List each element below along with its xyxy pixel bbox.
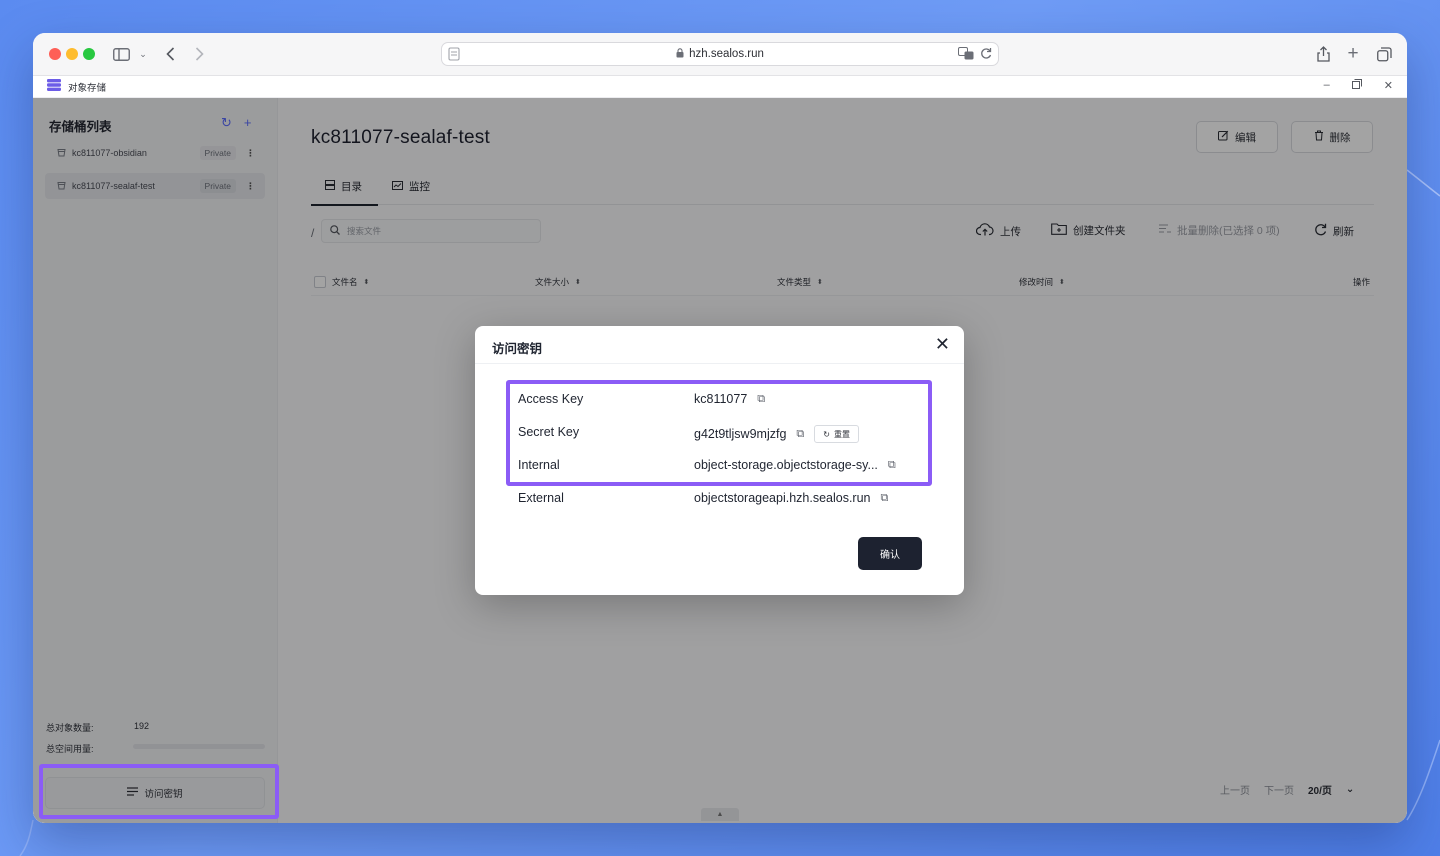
translate-icon[interactable] [958, 47, 974, 63]
external-value: objectstorageapi.hzh.sealos.run [694, 491, 871, 505]
external-endpoint-row: External objectstorageapi.hzh.sealos.run… [518, 489, 938, 509]
minimize-window-button[interactable] [66, 48, 78, 60]
close-window-button[interactable] [49, 48, 61, 60]
access-key-button-highlight [39, 764, 279, 819]
external-label: External [518, 491, 564, 505]
chevron-down-icon[interactable]: ⌄ [137, 44, 149, 64]
copy-icon[interactable]: ⧉ [881, 492, 889, 505]
forward-arrow-icon[interactable] [192, 44, 206, 64]
page-menu-icon[interactable] [448, 47, 460, 64]
zoom-window-button[interactable] [83, 48, 95, 60]
confirm-button[interactable]: 确认 [858, 537, 922, 570]
back-arrow-icon[interactable] [163, 44, 177, 64]
app-restore-icon[interactable] [1351, 79, 1362, 92]
dialog-header: 访问密钥 ✕ [475, 326, 964, 364]
credentials-highlight [506, 380, 932, 486]
browser-toolbar: ⌄ hzh.sealos.run + [33, 33, 1407, 76]
object-storage-logo-icon [47, 79, 61, 94]
dialog-title: 访问密钥 [492, 342, 543, 356]
app-title: 对象存储 [68, 82, 107, 94]
app-header: 对象存储 – ✕ [33, 76, 1407, 98]
share-icon[interactable] [1315, 44, 1331, 64]
url-text: hzh.sealos.run [689, 48, 764, 60]
app-minimize-icon[interactable]: – [1324, 79, 1330, 92]
address-bar[interactable]: hzh.sealos.run [441, 42, 999, 66]
sidebar-toggle-icon[interactable] [111, 44, 131, 64]
app-close-icon[interactable]: ✕ [1384, 79, 1393, 92]
new-tab-icon[interactable]: + [1345, 43, 1361, 64]
lock-icon [676, 47, 684, 61]
close-icon[interactable]: ✕ [935, 335, 950, 353]
reload-icon[interactable] [980, 47, 992, 63]
tab-overview-icon[interactable] [1376, 44, 1392, 64]
access-key-dialog: 访问密钥 ✕ Access Key kc811077 ⧉ Secret Key … [475, 326, 964, 595]
